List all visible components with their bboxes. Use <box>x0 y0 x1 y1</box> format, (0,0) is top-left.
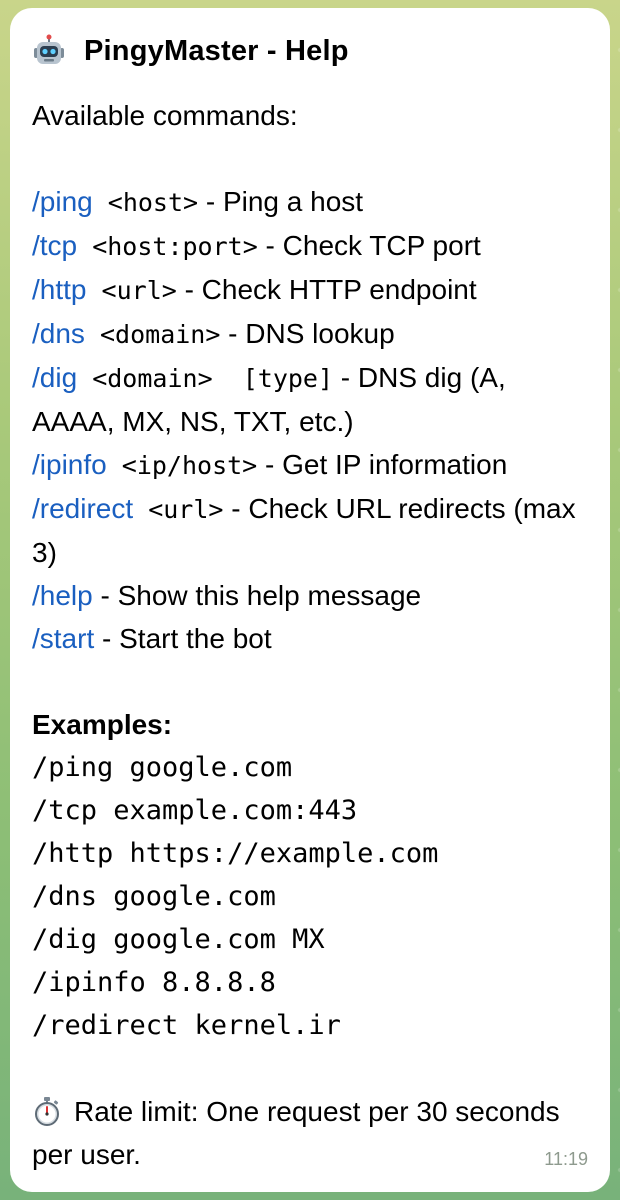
command-link[interactable]: /ping <box>32 186 93 217</box>
command-line: /tcp <host:port> - Check TCP port <box>32 224 588 268</box>
command-line: /help - Show this help message <box>32 574 588 617</box>
command-link[interactable]: /dig <box>32 362 77 393</box>
message-title-row: PingyMaster - Help <box>32 22 588 80</box>
command-line: /redirect <url> - Check URL redirects (m… <box>32 487 588 574</box>
command-link[interactable]: /tcp <box>32 230 77 261</box>
robot-icon <box>34 34 64 64</box>
rate-limit-note: Rate limit: One request per 30 seconds p… <box>32 1090 588 1176</box>
command-line: /dig <domain> [type] - DNS dig (A, AAAA,… <box>32 356 588 443</box>
example-line: /dns google.com <box>32 881 276 912</box>
intro-text: Available commands: <box>32 100 298 131</box>
example-line: /http https://example.com <box>32 838 439 869</box>
command-arg: <domain> <box>84 320 221 349</box>
example-line: /redirect kernel.ir <box>32 1010 341 1041</box>
command-line: /ping <host> - Ping a host <box>32 180 588 224</box>
command-arg: <domain> [type] <box>77 364 334 393</box>
command-arg: <host:port> <box>77 232 258 261</box>
example-line: /ping google.com <box>32 752 293 783</box>
command-line: /http <url> - Check HTTP endpoint <box>32 268 588 312</box>
stopwatch-icon <box>35 1097 59 1126</box>
examples-list: /ping google.com /tcp example.com:443 /h… <box>32 746 588 1047</box>
message-bubble: PingyMaster - Help Available commands: /… <box>10 8 610 1192</box>
command-link[interactable]: /http <box>32 274 86 305</box>
command-link[interactable]: /redirect <box>32 493 133 524</box>
command-link[interactable]: /start <box>32 623 94 654</box>
rate-limit-text: Rate limit: One request per 30 seconds p… <box>32 1096 560 1170</box>
examples-heading: Examples: <box>32 709 173 740</box>
command-link[interactable]: /ipinfo <box>32 449 107 480</box>
example-line: /dig google.com MX <box>32 924 325 955</box>
command-desc: - Get IP information <box>257 449 508 480</box>
command-arg: <url> <box>86 276 177 305</box>
command-link[interactable]: /help <box>32 580 93 611</box>
command-desc: - Check HTTP endpoint <box>176 274 477 305</box>
command-arg: <host> <box>92 188 199 217</box>
command-arg: <url> <box>133 495 224 524</box>
command-line: /ipinfo <ip/host> - Get IP information <box>32 443 588 487</box>
command-list: /ping <host> - Ping a host /tcp <host:po… <box>32 180 588 660</box>
command-arg: <ip/host> <box>106 451 258 480</box>
command-line: /start - Start the bot <box>32 617 588 660</box>
example-line: /tcp example.com:443 <box>32 795 358 826</box>
command-desc: - Start the bot <box>94 623 272 654</box>
command-link[interactable]: /dns <box>32 318 85 349</box>
message-title: PingyMaster - Help <box>84 34 349 67</box>
command-desc: - DNS lookup <box>220 318 395 349</box>
command-desc: - Check TCP port <box>257 230 481 261</box>
command-desc: - Ping a host <box>198 186 364 217</box>
example-line: /ipinfo 8.8.8.8 <box>32 967 276 998</box>
command-desc: - Show this help message <box>92 580 422 611</box>
message-time: 11:19 <box>544 1149 588 1169</box>
command-line: /dns <domain> - DNS lookup <box>32 312 588 356</box>
